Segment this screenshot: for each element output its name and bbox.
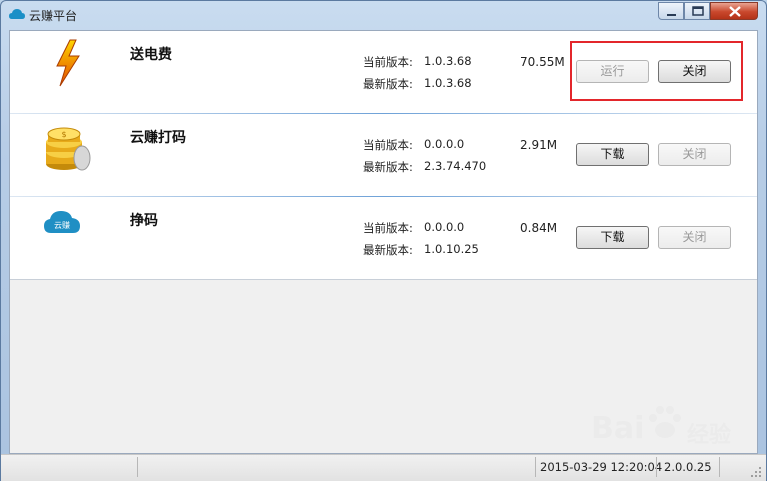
close-app-button[interactable]: 关闭 <box>658 143 731 166</box>
latest-version: 最新版本: 1.0.3.68 <box>363 76 472 91</box>
cloud-icon <box>9 9 25 19</box>
maximize-icon <box>692 6 704 16</box>
minimize-button[interactable] <box>658 2 684 20</box>
svg-text:云赚: 云赚 <box>54 220 70 230</box>
gold-coins-icon: $ <box>46 127 91 171</box>
maximize-button[interactable] <box>684 2 710 20</box>
paw-icon <box>649 406 681 438</box>
app-size: 70.55M <box>520 55 565 69</box>
download-button[interactable]: 下载 <box>576 226 649 249</box>
cloud-logo-icon: 云赚 <box>44 211 80 233</box>
app-window: 云赚平台 送电费 当前版本: 1.0.3.68 最新版本: 1.0.3.68 70.… <box>0 0 767 481</box>
app-name: 送电费 <box>130 47 172 63</box>
title-bar[interactable]: 云赚平台 <box>1 1 766 29</box>
app-size: 2.91M <box>520 138 558 152</box>
minimize-icon <box>667 14 676 16</box>
close-button[interactable] <box>710 2 758 20</box>
current-version: 当前版本: 0.0.0.0 <box>363 220 465 235</box>
lightning-icon <box>56 39 80 87</box>
latest-version: 最新版本: 2.3.74.470 <box>363 159 487 174</box>
highlight-box <box>570 41 743 101</box>
svg-text:$: $ <box>61 130 66 139</box>
baidu-watermark: Bai 经验 <box>591 403 761 451</box>
list-item: $ 云赚打码 当前版本: 0.0.0.0 最新版本: 2.3.74.470 2.91… <box>10 114 757 198</box>
list-item: 云赚 挣码 当前版本: 0.0.0.0 最新版本: 1.0.10.25 0.84M … <box>10 197 757 280</box>
current-version: 当前版本: 0.0.0.0 <box>363 137 465 152</box>
resize-grip-icon[interactable] <box>750 466 762 478</box>
window-title: 云赚平台 <box>29 9 78 23</box>
app-name: 挣码 <box>130 213 158 229</box>
latest-version: 最新版本: 1.0.10.25 <box>363 242 479 257</box>
download-button[interactable]: 下载 <box>576 143 649 166</box>
status-bar: 2015-03-29 12:20:04 2.0.0.25 <box>1 454 766 481</box>
status-datetime: 2015-03-29 12:20:04 <box>540 460 663 474</box>
close-app-button[interactable]: 关闭 <box>658 226 731 249</box>
app-size: 0.84M <box>520 221 558 235</box>
app-name: 云赚打码 <box>130 130 186 146</box>
current-version: 当前版本: 1.0.3.68 <box>363 54 472 69</box>
close-icon <box>729 6 741 17</box>
status-version: 2.0.0.25 <box>664 460 712 474</box>
